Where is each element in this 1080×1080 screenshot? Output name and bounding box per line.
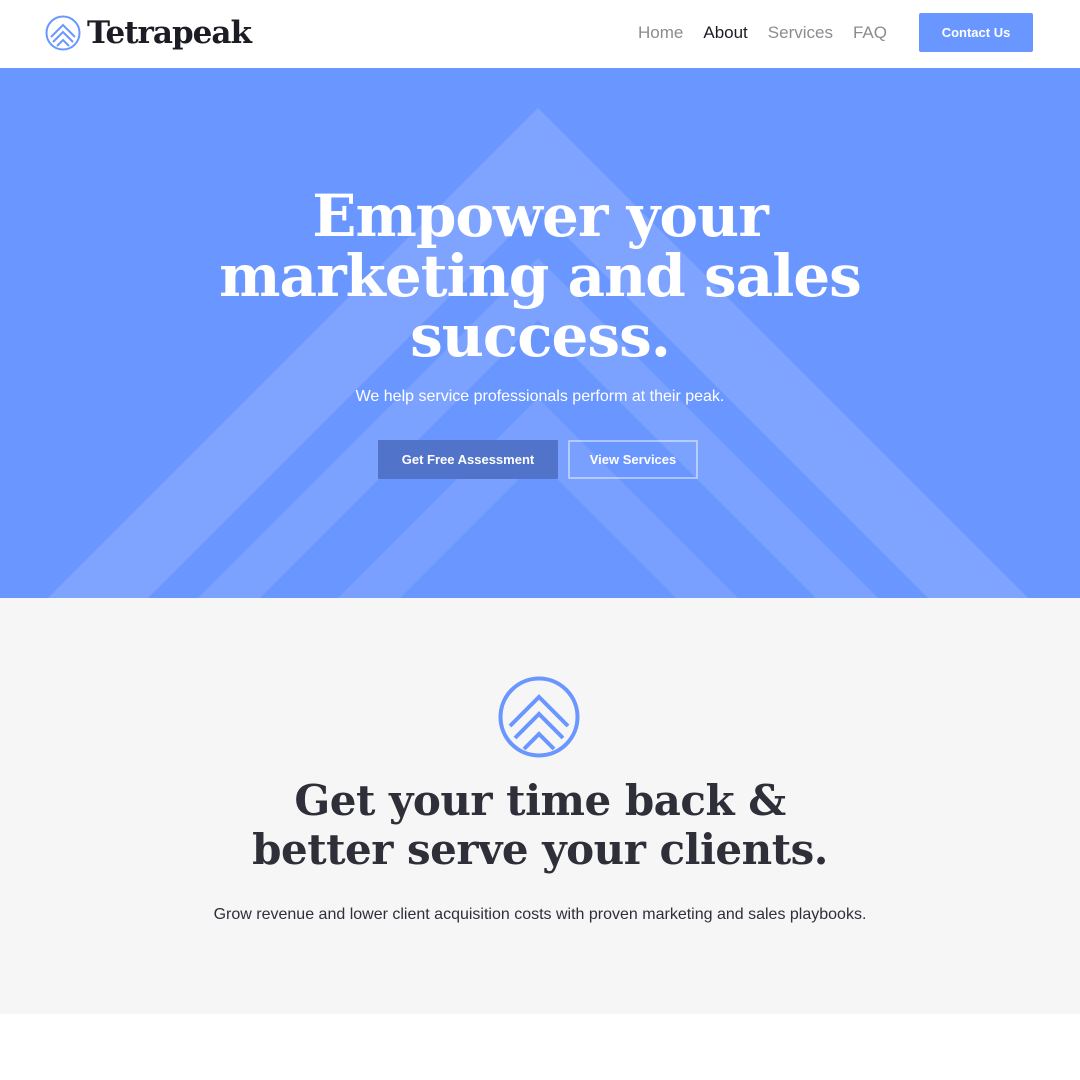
- section-title: Get your time back & better serve your c…: [190, 776, 890, 874]
- mountain-peak-circle-icon: [498, 676, 580, 758]
- nav-item-services[interactable]: Services: [768, 22, 833, 44]
- main-nav: Home About Services FAQ: [638, 22, 907, 44]
- mountain-peak-circle-icon: [45, 15, 81, 51]
- nav-item-home[interactable]: Home: [638, 22, 683, 44]
- hero-title: Empower your marketing and sales success…: [219, 182, 862, 370]
- section-title-line-2: better serve your clients.: [252, 825, 828, 874]
- value-section: Get your time back & better serve your c…: [0, 598, 1080, 1014]
- nav-item-faq[interactable]: FAQ: [853, 22, 887, 44]
- view-services-button[interactable]: View Services: [568, 440, 698, 479]
- section-title-line-1: Get your time back &: [294, 776, 786, 825]
- brand-name: Tetrapeak: [87, 15, 252, 51]
- section-subtitle: Grow revenue and lower client acquisitio…: [213, 906, 867, 923]
- contact-us-button[interactable]: Contact Us: [919, 13, 1033, 52]
- brand-logo[interactable]: Tetrapeak: [45, 15, 252, 51]
- site-header: Tetrapeak Home About Services FAQ Contac…: [0, 0, 1080, 68]
- hero-subtitle: We help service professionals perform at…: [355, 388, 725, 405]
- get-free-assessment-button[interactable]: Get Free Assessment: [378, 440, 558, 479]
- hero-section: Empower your marketing and sales success…: [0, 68, 1080, 598]
- nav-item-about[interactable]: About: [703, 22, 747, 44]
